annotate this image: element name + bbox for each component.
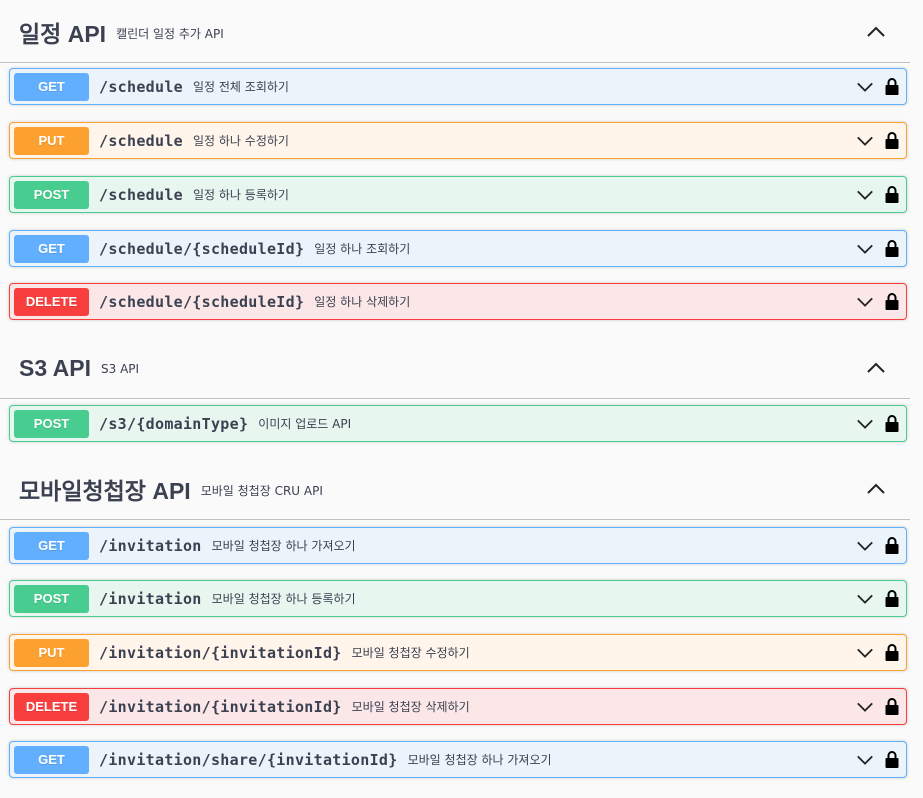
operation-path: /schedule xyxy=(99,131,183,150)
chevron-down-icon[interactable] xyxy=(856,751,874,769)
lock-icon[interactable] xyxy=(885,750,899,768)
method-badge: PUT xyxy=(14,126,89,155)
operation-path: /invitation xyxy=(99,536,202,555)
operation-path: /invitation/{invitationId} xyxy=(99,697,342,716)
operation-delete-invitation[interactable]: DELETE /invitation/{invitationId} 모바일 청첩… xyxy=(9,688,907,725)
chevron-down-icon[interactable] xyxy=(856,698,874,716)
operation-summary: 모바일 청첩장 수정하기 xyxy=(351,646,470,660)
method-badge: GET xyxy=(14,745,89,774)
operation-get-invitation-share[interactable]: GET /invitation/share/{invitationId} 모바일… xyxy=(9,741,907,778)
tag-title: 모바일청첩장 API xyxy=(19,478,191,504)
operation-get-invitation[interactable]: GET /invitation 모바일 청첩장 하나 가져오기 xyxy=(9,527,907,564)
method-badge: GET xyxy=(14,531,89,560)
operation-summary: 모바일 청첩장 하나 가져오기 xyxy=(407,753,552,767)
operation-post-s3-upload[interactable]: POST /s3/{domainType} 이미지 업로드 API xyxy=(9,405,907,442)
tag-description: 모바일 청첩장 CRU API xyxy=(200,483,323,498)
operation-get-schedule-by-id[interactable]: GET /schedule/{scheduleId} 일정 하나 조회하기 xyxy=(9,230,907,267)
chevron-down-icon[interactable] xyxy=(856,78,874,96)
method-badge: POST xyxy=(14,180,89,209)
operation-summary: 모바일 청첩장 하나 가져오기 xyxy=(211,539,356,553)
method-badge: POST xyxy=(14,409,89,438)
lock-icon[interactable] xyxy=(885,185,899,203)
chevron-up-icon[interactable] xyxy=(864,477,888,501)
operation-summary: 일정 하나 수정하기 xyxy=(192,134,289,148)
operation-put-invitation[interactable]: PUT /invitation/{invitationId} 모바일 청첩장 수… xyxy=(9,634,907,671)
operation-get-schedule[interactable]: GET /schedule 일정 전체 조회하기 xyxy=(9,68,907,105)
method-badge: GET xyxy=(14,234,89,263)
lock-icon[interactable] xyxy=(885,697,899,715)
lock-icon[interactable] xyxy=(885,414,899,432)
operation-path: /schedule xyxy=(99,185,183,204)
lock-icon[interactable] xyxy=(885,131,899,149)
operation-path: /invitation/{invitationId} xyxy=(99,643,342,662)
operation-put-schedule[interactable]: PUT /schedule 일정 하나 수정하기 xyxy=(9,122,907,159)
operation-post-schedule[interactable]: POST /schedule 일정 하나 등록하기 xyxy=(9,176,907,213)
operation-summary: 일정 하나 삭제하기 xyxy=(314,295,411,309)
method-badge: GET xyxy=(14,72,89,101)
tag-description: S3 API xyxy=(101,362,140,376)
lock-icon[interactable] xyxy=(885,536,899,554)
chevron-down-icon[interactable] xyxy=(856,537,874,555)
lock-icon[interactable] xyxy=(885,292,899,310)
operation-post-invitation[interactable]: POST /invitation 모바일 청첩장 하나 등록하기 xyxy=(9,580,907,617)
method-badge: PUT xyxy=(14,638,89,667)
tag-title: S3 API xyxy=(19,354,92,381)
method-badge: POST xyxy=(14,584,89,613)
operation-path: /schedule xyxy=(99,77,183,96)
lock-icon[interactable] xyxy=(885,239,899,257)
tag-title: 일정 API xyxy=(19,21,107,47)
operation-summary: 이미지 업로드 API xyxy=(258,417,352,431)
method-badge: DELETE xyxy=(14,692,89,721)
tag-description: 캘린더 일정 추가 API xyxy=(116,26,224,41)
chevron-down-icon[interactable] xyxy=(856,293,874,311)
lock-icon[interactable] xyxy=(885,643,899,661)
operation-summary: 모바일 청첩장 삭제하기 xyxy=(351,700,470,714)
operation-path: /invitation/share/{invitationId} xyxy=(99,750,398,769)
method-badge: DELETE xyxy=(14,287,89,316)
tag-header-schedule[interactable]: 일정 API 캘린더 일정 추가 API xyxy=(0,2,910,63)
operation-path: /s3/{domainType} xyxy=(99,414,249,433)
chevron-down-icon[interactable] xyxy=(856,644,874,662)
chevron-down-icon[interactable] xyxy=(856,240,874,258)
operation-summary: 모바일 청첩장 하나 등록하기 xyxy=(211,592,356,606)
tag-header-s3[interactable]: S3 API S3 API xyxy=(0,338,910,399)
operation-summary: 일정 전체 조회하기 xyxy=(192,80,289,94)
operation-path: /schedule/{scheduleId} xyxy=(99,239,305,258)
operation-path: /invitation xyxy=(99,589,202,608)
chevron-down-icon[interactable] xyxy=(856,415,874,433)
chevron-up-icon[interactable] xyxy=(864,20,888,44)
chevron-down-icon[interactable] xyxy=(856,132,874,150)
lock-icon[interactable] xyxy=(885,589,899,607)
chevron-down-icon[interactable] xyxy=(856,590,874,608)
operation-summary: 일정 하나 조회하기 xyxy=(314,242,411,256)
operation-summary: 일정 하나 등록하기 xyxy=(192,188,289,202)
operation-path: /schedule/{scheduleId} xyxy=(99,292,305,311)
chevron-down-icon[interactable] xyxy=(856,186,874,204)
operation-delete-schedule[interactable]: DELETE /schedule/{scheduleId} 일정 하나 삭제하기 xyxy=(9,283,907,320)
chevron-up-icon[interactable] xyxy=(864,356,888,380)
lock-icon[interactable] xyxy=(885,77,899,95)
tag-header-invitation[interactable]: 모바일청첩장 API 모바일 청첩장 CRU API xyxy=(0,459,910,520)
